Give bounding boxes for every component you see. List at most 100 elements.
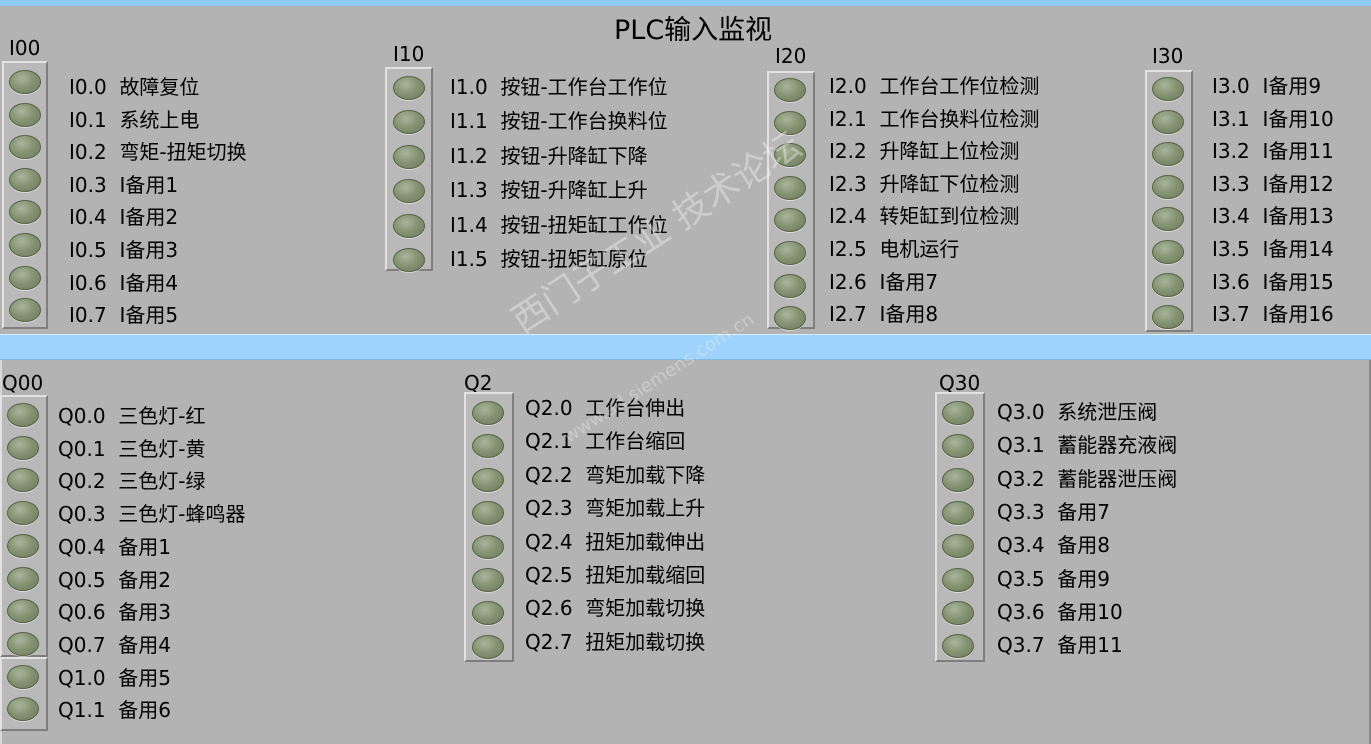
status-led-indicator xyxy=(942,434,974,458)
signal-description: 按钮-升降缸上升 xyxy=(500,178,648,202)
status-led-indicator xyxy=(472,535,504,559)
signal-address: I3.5 xyxy=(1212,237,1250,261)
status-led-indicator xyxy=(7,697,39,721)
status-led-indicator xyxy=(774,306,806,330)
input-group-label: I20 xyxy=(775,44,807,68)
signal-address: Q0.4 xyxy=(58,535,106,559)
signal-address: Q2.7 xyxy=(525,630,573,654)
status-led-indicator xyxy=(9,298,41,322)
input-signal-item: I3.3 I备用12 xyxy=(1212,172,1334,196)
input-signal-item: I2.4 转矩缸到位检测 xyxy=(829,204,1019,228)
signal-description: 备用5 xyxy=(118,666,172,690)
status-led-indicator xyxy=(7,632,39,656)
status-led-indicator xyxy=(774,111,806,135)
input-group-label: I10 xyxy=(393,42,425,66)
status-led-indicator xyxy=(472,401,504,425)
signal-address: I1.0 xyxy=(450,75,488,99)
page-title: PLC输入监视 xyxy=(614,15,773,46)
signal-description: 弯矩-扭矩切换 xyxy=(119,140,247,164)
status-led-indicator xyxy=(472,468,504,492)
output-signal-item: Q2.0 工作台伸出 xyxy=(525,396,685,420)
status-led-indicator xyxy=(7,567,39,591)
status-led-indicator xyxy=(942,534,974,558)
signal-address: I0.0 xyxy=(69,75,107,99)
signal-description: 三色灯-红 xyxy=(118,404,206,428)
signal-description: 按钮-扭矩缸原位 xyxy=(500,247,648,271)
signal-description: 按钮-扭矩缸工作位 xyxy=(500,213,668,237)
output-group-label: Q00 xyxy=(2,371,44,395)
signal-description: I备用15 xyxy=(1262,270,1334,294)
input-signal-item: I3.6 I备用15 xyxy=(1212,270,1334,294)
signal-description: 工作台缩回 xyxy=(585,429,686,453)
signal-address: Q3.7 xyxy=(997,633,1045,657)
status-led-indicator xyxy=(7,501,39,525)
signal-description: 备用6 xyxy=(118,698,172,722)
signal-address: I0.5 xyxy=(69,238,107,262)
input-signal-item: I3.4 I备用13 xyxy=(1212,204,1334,228)
signal-address: Q0.3 xyxy=(58,502,106,526)
signal-description: I备用2 xyxy=(119,205,179,229)
status-led-indicator xyxy=(1152,142,1184,166)
signal-address: I2.1 xyxy=(829,107,867,131)
status-led-indicator xyxy=(7,468,39,492)
signal-description: 扭矩加载切换 xyxy=(585,630,706,654)
status-led-indicator xyxy=(1152,175,1184,199)
signal-address: Q2.5 xyxy=(525,563,573,587)
signal-address: I2.2 xyxy=(829,139,867,163)
output-signal-item: Q0.6 备用3 xyxy=(58,600,171,624)
signal-description: 蓄能器泄压阀 xyxy=(1057,467,1178,491)
signal-description: I备用9 xyxy=(1262,74,1322,98)
signal-address: I1.3 xyxy=(450,178,488,202)
signal-description: 故障复位 xyxy=(119,75,200,99)
output-signal-item: Q3.7 备用11 xyxy=(997,633,1123,657)
section-separator-band xyxy=(0,334,1371,360)
output-signal-item: Q0.0 三色灯-红 xyxy=(58,404,206,428)
signal-description: 工作台伸出 xyxy=(585,396,686,420)
signal-address: I0.6 xyxy=(69,271,107,295)
signal-description: 弯矩加载上升 xyxy=(585,496,706,520)
signal-description: 按钮-工作台工作位 xyxy=(500,75,668,99)
status-led-indicator xyxy=(472,601,504,625)
status-led-indicator xyxy=(774,78,806,102)
status-led-indicator xyxy=(472,501,504,525)
signal-description: 备用3 xyxy=(118,600,172,624)
signal-address: I3.7 xyxy=(1212,302,1250,326)
input-group-label: I00 xyxy=(9,36,41,60)
signal-description: 转矩缸到位检测 xyxy=(879,204,1020,228)
signal-description: 蓄能器充液阀 xyxy=(1057,433,1178,457)
status-led-indicator xyxy=(774,274,806,298)
status-led-indicator xyxy=(9,70,41,94)
input-signal-item: I0.6 I备用4 xyxy=(69,271,178,295)
signal-address: Q2.6 xyxy=(525,596,573,620)
status-led-indicator xyxy=(9,200,41,224)
output-signal-item: Q3.3 备用7 xyxy=(997,500,1110,524)
signal-description: I备用1 xyxy=(119,173,179,197)
status-led-indicator xyxy=(472,568,504,592)
input-signal-item: I3.5 I备用14 xyxy=(1212,237,1334,261)
signal-description: I备用11 xyxy=(1262,139,1334,163)
signal-address: I3.4 xyxy=(1212,204,1250,228)
signal-description: 扭矩加载伸出 xyxy=(585,530,706,554)
signal-description: I备用10 xyxy=(1262,107,1334,131)
signal-address: I1.4 xyxy=(450,213,488,237)
signal-address: I1.2 xyxy=(450,144,488,168)
